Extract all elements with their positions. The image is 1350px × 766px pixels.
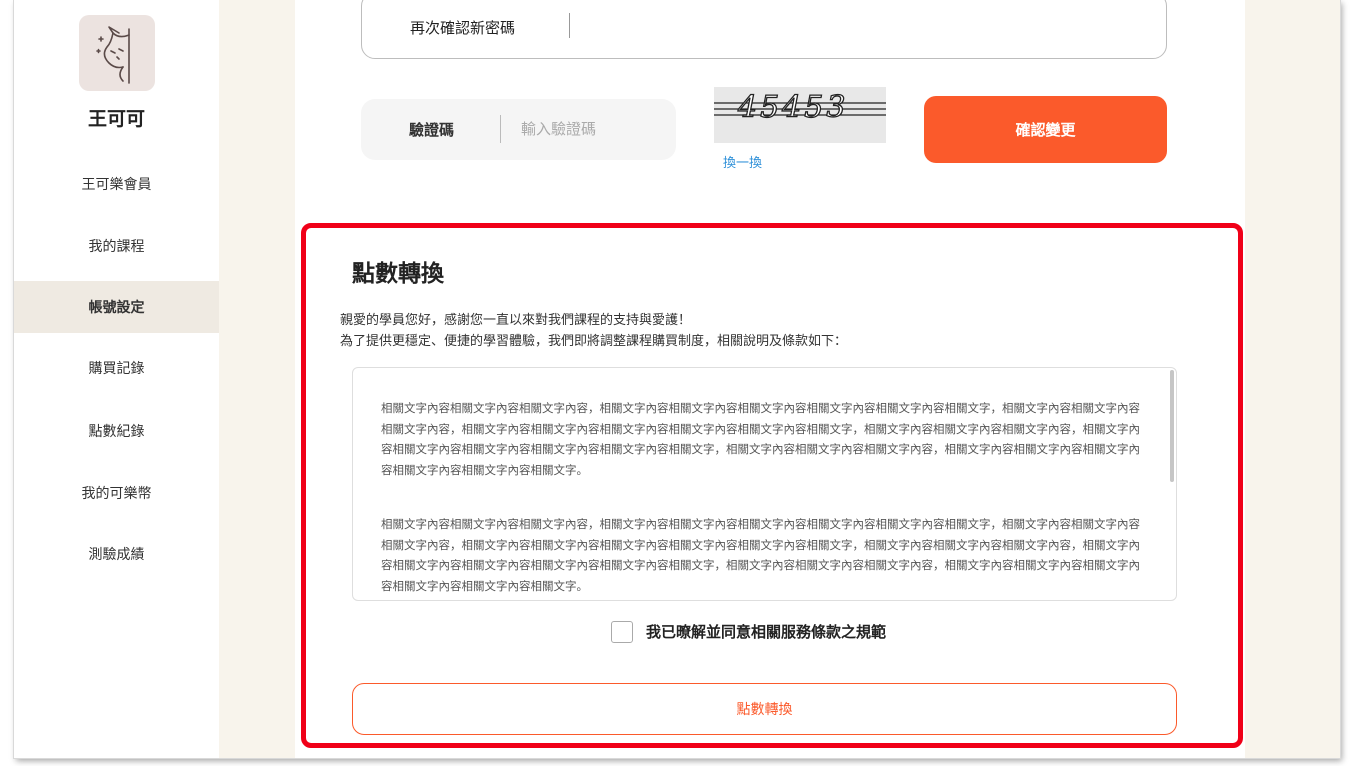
captcha-text: 45453 (737, 90, 848, 125)
sidebar: 王可可 王可樂會員 我的課程 帳號設定 購買記錄 點數紀錄 我的可樂幣 測驗成績 (14, 0, 219, 758)
captcha-graphic: 45453 (714, 89, 886, 126)
sidebar-item-purchase-records[interactable]: 購買記錄 (14, 342, 219, 394)
agree-terms-label: 我已暸解並同意相關服務條款之規範 (646, 623, 887, 641)
scrollbar[interactable] (1170, 370, 1174, 482)
section-title: 點數轉換 (352, 261, 444, 287)
terms-paragraph: 相關文字內容相關文字內容相關文字內容，相關文字內容相關文字內容相關文字內容相關文… (381, 517, 1140, 593)
captcha-image: 45453 (714, 87, 886, 143)
sidebar-item-label: 測驗成績 (88, 547, 145, 563)
confirm-new-password-field[interactable]: 再次確認新密碼 (361, 0, 1167, 59)
captcha-field[interactable]: 驗證碼 (361, 99, 676, 160)
sidebar-item-label: 我的課程 (88, 239, 145, 255)
sidebar-item-points-records[interactable]: 點數紀錄 (14, 405, 219, 457)
sidebar-item-account-settings[interactable]: 帳號設定 (14, 281, 219, 333)
convert-points-button[interactable]: 點數轉換 (352, 683, 1177, 735)
cat-avatar-icon (96, 26, 130, 84)
field-divider (569, 13, 570, 38)
captcha-label: 驗證碼 (409, 121, 455, 139)
sidebar-item-label: 王可樂會員 (81, 177, 152, 193)
user-name: 王可可 (87, 108, 145, 130)
sidebar-item-label: 點數紀錄 (88, 424, 145, 440)
confirm-new-password-input[interactable] (584, 7, 1144, 43)
refresh-captcha-link[interactable]: 換一換 (723, 152, 762, 171)
avatar (79, 15, 155, 91)
sidebar-item-label: 購買記錄 (88, 361, 145, 377)
confirm-change-button[interactable]: 確認變更 (924, 96, 1167, 163)
intro-text-line: 親愛的學員您好，感謝您一直以來對我們課程的支持與愛護！ (340, 313, 692, 328)
confirm-new-password-label: 再次確認新密碼 (410, 19, 516, 37)
sidebar-item-my-courses[interactable]: 我的課程 (14, 220, 219, 272)
sidebar-item-label: 我的可樂幣 (81, 486, 152, 502)
sidebar-item-member[interactable]: 王可樂會員 (14, 158, 219, 210)
intro-text-line: 為了提供更穩定、便捷的學習體驗，我們即將調整課程購買制度，相關說明及條款如下： (340, 334, 848, 349)
sidebar-item-my-coins[interactable]: 我的可樂幣 (14, 467, 219, 519)
terms-paragraph: 相關文字內容相關文字內容相關文字內容，相關文字內容相關文字內容相關文字內容相關文… (381, 401, 1140, 477)
terms-textbox[interactable]: 相關文字內容相關文字內容相關文字內容，相關文字內容相關文字內容相關文字內容相關文… (352, 367, 1177, 601)
sidebar-item-quiz-scores[interactable]: 測驗成績 (14, 528, 219, 580)
agree-terms-checkbox[interactable] (611, 621, 633, 643)
sidebar-item-label: 帳號設定 (88, 300, 145, 316)
field-divider (500, 115, 501, 143)
captcha-input[interactable] (521, 113, 666, 145)
